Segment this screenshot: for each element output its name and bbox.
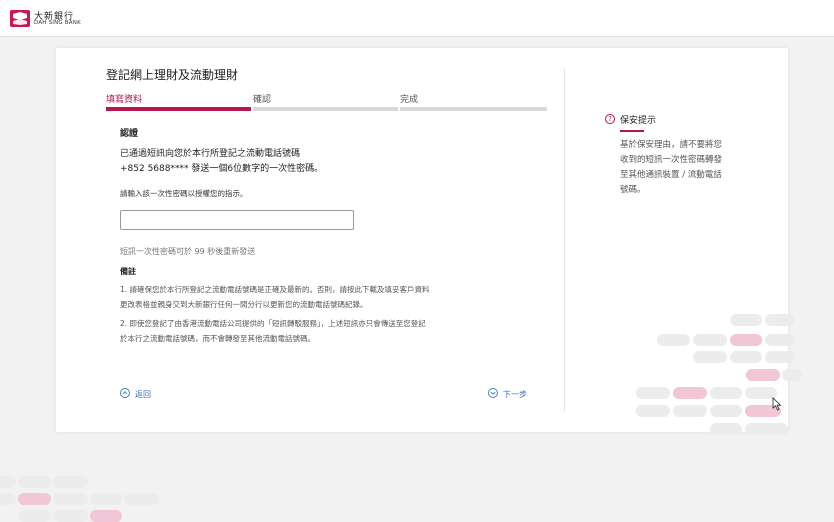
verification-title: 認證 bbox=[120, 129, 139, 139]
step-fill-info: 填寫資料 bbox=[106, 92, 251, 112]
otp-prompt: 請輸入該一次性密碼以授權您的指示。 bbox=[120, 189, 248, 198]
step-complete: 完成 bbox=[400, 92, 547, 112]
note-line: 於本行之流動電話號碼，而不會轉發至其他流動電話號碼。 bbox=[120, 334, 315, 343]
notes-title: 備註 bbox=[120, 267, 136, 276]
note-line: 2. 即使您登記了由香港流動電話公司提供的「短訊轉駁服務」，上述短訊亦只會傳送至… bbox=[120, 319, 426, 328]
sms-message-line1: 已通過短訊向您於本行所登記之流動電話號碼 bbox=[120, 149, 301, 159]
vertical-divider bbox=[564, 68, 565, 412]
note-line: 1. 請確保您於本行所登記之流動電話號碼是正確及最新的。否則，請按此下載及填妥客… bbox=[120, 285, 430, 294]
top-bar: 大新銀行 DAH SING BANK bbox=[0, 0, 834, 37]
next-label: 下一步 bbox=[503, 390, 527, 399]
brand-name-en: DAH SING BANK bbox=[34, 20, 81, 26]
back-label: 返回 bbox=[135, 390, 151, 399]
progress-steps: 填寫資料 確認 完成 bbox=[106, 92, 547, 112]
step-label: 完成 bbox=[400, 95, 419, 105]
question-circle-icon: ? bbox=[605, 114, 615, 124]
dah-sing-logo-icon bbox=[10, 10, 30, 27]
mouse-cursor-icon bbox=[772, 397, 782, 411]
brand-logo[interactable]: 大新銀行 DAH SING BANK bbox=[10, 9, 110, 29]
security-tip-title: 保安提示 bbox=[620, 116, 657, 126]
resend-countdown: 短訊一次性密碼可於 99 秒後重新發送 bbox=[120, 247, 256, 256]
registration-card: 登記網上理財及流動理財 填寫資料 確認 完成 認證 已通過短訊向您於本行所登記之… bbox=[56, 48, 802, 435]
chevron-down-circle-icon bbox=[488, 388, 498, 398]
security-tip-line: 號碼。 bbox=[620, 185, 646, 195]
step-bar bbox=[253, 107, 398, 111]
otp-input[interactable] bbox=[120, 210, 354, 230]
step-label: 確認 bbox=[253, 95, 272, 105]
security-tip-underline bbox=[620, 130, 644, 132]
step-bar bbox=[400, 107, 547, 111]
security-tip-line: 至其他通訊裝置 / 流動電話 bbox=[620, 170, 722, 180]
security-tip-line: 收到的短訊一次性密碼轉發 bbox=[620, 155, 723, 165]
step-confirm: 確認 bbox=[253, 92, 398, 112]
security-tip-line: 基於保安理由，請不要將您 bbox=[620, 140, 723, 150]
note-line: 更改表格並親身交到大新銀行任何一間分行以更新您的流動電話號碼紀錄。 bbox=[120, 300, 368, 309]
step-bar bbox=[106, 107, 251, 111]
sms-message-line2: +852 5688**** 發送一個6位數字的一次性密碼。 bbox=[120, 164, 324, 174]
chevron-up-circle-icon bbox=[120, 388, 130, 398]
page-title: 登記網上理財及流動理財 bbox=[106, 68, 239, 82]
step-label: 填寫資料 bbox=[106, 95, 143, 105]
